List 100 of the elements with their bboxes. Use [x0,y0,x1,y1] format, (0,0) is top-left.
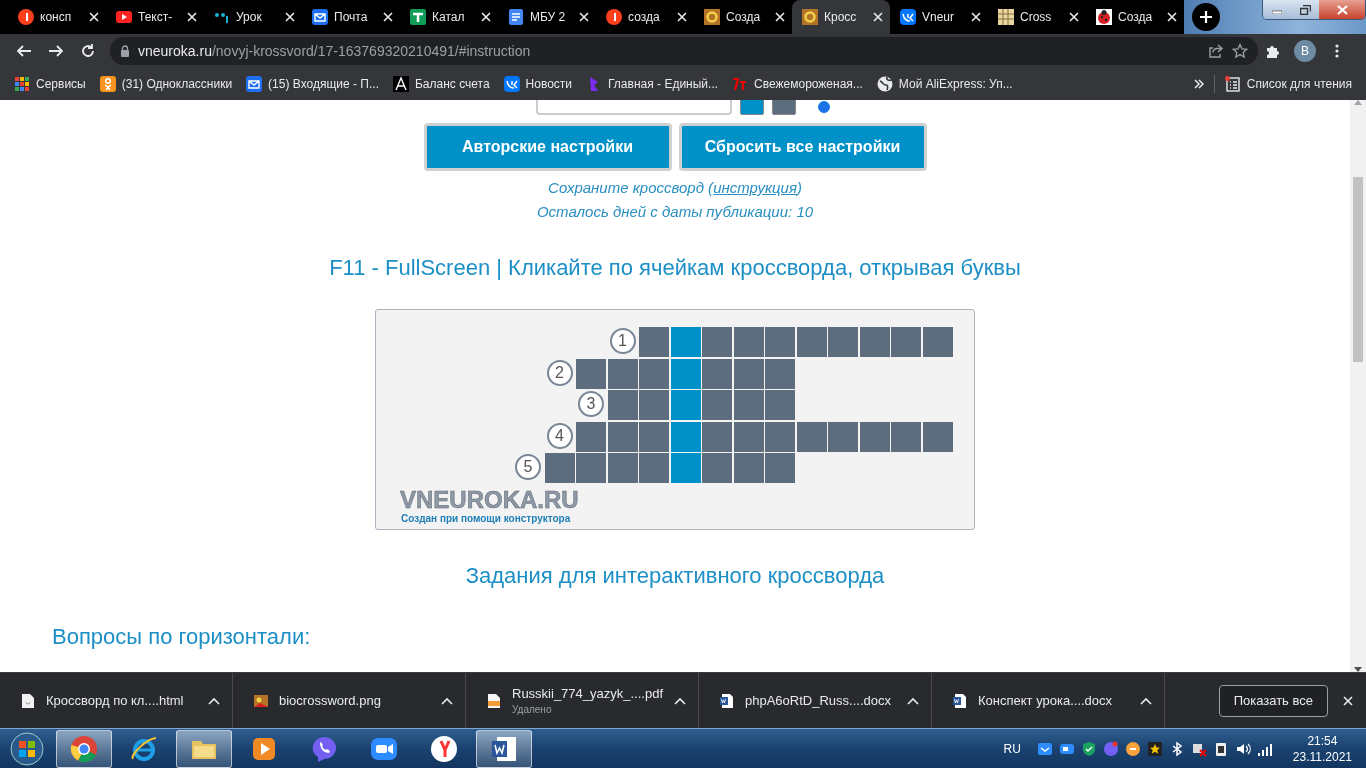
crossword-cell[interactable] [765,453,795,483]
crossword-cell[interactable] [670,327,701,357]
crossword-cell[interactable] [607,453,638,483]
forward-icon[interactable] [48,43,64,59]
crossword-cell[interactable] [702,327,732,357]
chevron-icon[interactable] [1193,79,1204,89]
crossword-cell[interactable] [670,390,701,420]
close-icon[interactable] [480,11,492,23]
radio-button[interactable] [818,101,830,113]
scrollbar-thumb[interactable] [1353,177,1363,362]
star-icon[interactable] [1146,740,1163,757]
close-icon[interactable] [1166,11,1178,23]
close-icon[interactable] [1068,11,1080,23]
crossword-cell[interactable] [922,421,953,452]
clock-time[interactable]: 21:54 [1307,732,1338,749]
crossword-cell[interactable] [922,327,953,357]
crossword-cell[interactable] [702,421,732,452]
crossword-cell[interactable] [859,327,890,357]
back-icon[interactable] [16,43,32,59]
crossword-cell[interactable] [796,421,827,452]
close-button[interactable] [1319,0,1365,19]
crossword-cell[interactable] [891,327,921,357]
crossword-cell[interactable] [639,358,669,389]
close-icon[interactable] [382,11,394,23]
crossword-cell[interactable] [639,421,669,452]
restore-button[interactable] [1291,0,1319,19]
close-icon[interactable] [774,11,786,23]
crossword-cell[interactable] [576,421,606,452]
crossword-cell[interactable] [733,390,764,420]
shield-icon[interactable] [1080,740,1097,757]
language-indicator[interactable]: RU [1003,741,1021,756]
menu-icon[interactable] [1335,43,1339,59]
close-icon[interactable] [872,11,884,23]
crossword-cell[interactable] [765,358,795,389]
crossword-cell[interactable] [733,421,764,452]
caret-icon[interactable] [441,696,453,705]
crossword-cell[interactable] [765,390,795,420]
crossword-cell[interactable] [607,390,638,420]
show-all-button[interactable]: Показать все [1218,684,1328,717]
reading-list-link[interactable]: Список для чтения [1246,77,1352,91]
bookmark-link[interactable]: (31) Одноклассники [121,77,233,91]
crossword-cell[interactable] [859,421,890,452]
close-icon[interactable] [88,11,100,23]
close-icon[interactable] [970,11,982,23]
browser-tab[interactable]: Кросс [792,0,890,34]
crossword-cell[interactable] [639,327,669,357]
new-tab-button[interactable] [1192,3,1220,31]
inbox-icon[interactable] [1036,740,1053,757]
caret-icon[interactable] [674,696,686,705]
crossword-cell[interactable] [765,421,795,452]
bookmark-link[interactable]: Сервисы [36,77,86,91]
taskbar-button[interactable] [56,729,112,768]
crossword-cell[interactable] [828,327,858,357]
start-button[interactable] [10,731,44,766]
crossword-cell[interactable] [828,421,858,452]
close-icon[interactable] [186,11,198,23]
settings-button[interactable]: Сбросить все настройки [678,123,927,171]
crossword-cell[interactable] [670,358,701,389]
caret-icon[interactable] [1140,696,1152,705]
crossword-cell[interactable] [702,358,732,389]
settings-button[interactable]: Авторские настройки [423,123,672,171]
address-bar[interactable]: vneuroka.ru/novyj-krossvord/17-163769320210491/#instruction [110,37,1258,65]
profile-avatar[interactable]: B [1294,40,1316,62]
instruction-link[interactable]: инструкция [713,179,797,196]
bookmark-link[interactable]: (15) Входящие - П... [268,77,379,91]
close-icon[interactable] [578,11,590,23]
crossword-cell[interactable] [576,453,606,483]
close-icon[interactable] [284,11,296,23]
crossword-cell[interactable] [891,421,921,452]
caret-icon[interactable] [208,696,220,705]
close-icon[interactable] [676,11,688,23]
puzzle-icon[interactable] [1265,43,1281,59]
crossword-cell[interactable] [639,390,669,420]
share-icon[interactable] [1208,43,1224,59]
bookmark-link[interactable]: Свежемороженая... [754,77,863,91]
taskbar-button[interactable] [176,729,232,768]
crossword-cell[interactable] [796,327,827,357]
crossword-cell[interactable] [702,453,732,483]
close-icon[interactable] [1342,694,1354,707]
crossword-cell[interactable] [733,327,764,357]
clock-date[interactable]: 23.11.2021 [1292,748,1352,765]
star-icon[interactable] [1232,43,1248,59]
reload-icon[interactable] [80,43,96,59]
crossword-cell[interactable] [765,327,795,357]
crossword-cell[interactable] [639,453,669,483]
bookmark-link[interactable]: Новости [525,77,573,91]
bookmark-link[interactable]: Баланс счета [414,77,490,91]
crossword-cell[interactable] [670,421,701,452]
caret-icon[interactable] [907,696,919,705]
crossword-cell[interactable] [544,453,575,483]
bookmark-link[interactable]: Главная - Единый... [608,77,719,91]
bookmark-link[interactable]: Мой AliExpress: Уп... [898,77,1013,91]
crossword-cell[interactable] [670,453,701,483]
crossword-cell[interactable] [702,390,732,420]
circle-icon[interactable] [1124,740,1141,757]
crossword-cell[interactable] [576,358,606,389]
crossword-cell[interactable] [607,358,638,389]
crossword-cell[interactable] [607,421,638,452]
crossword-cell[interactable] [733,453,764,483]
crossword-cell[interactable] [733,358,764,389]
